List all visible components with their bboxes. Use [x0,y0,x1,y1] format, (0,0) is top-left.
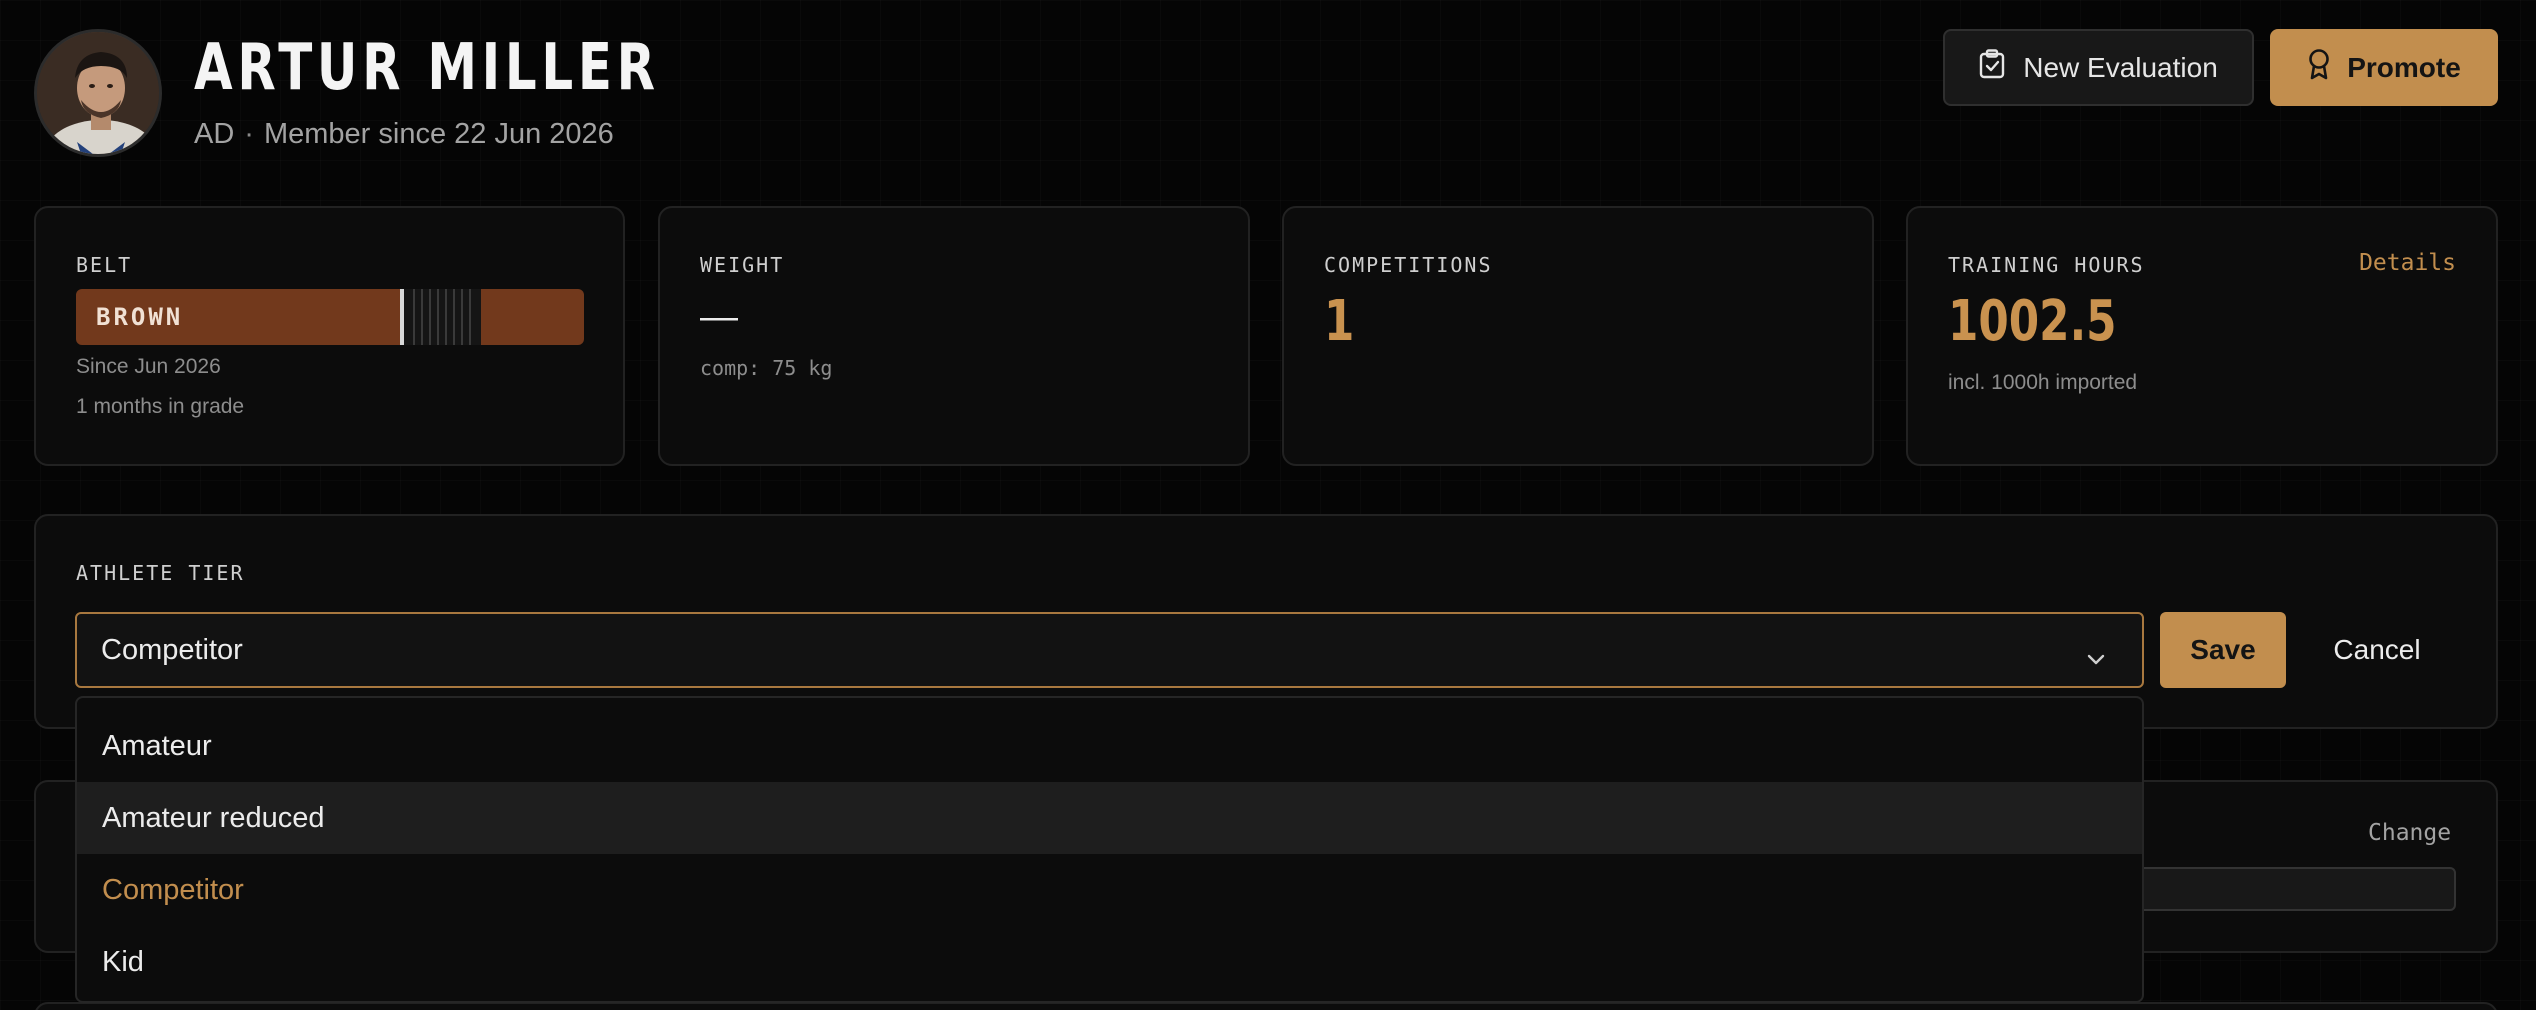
belt-months-in-grade: 1 months in grade [76,395,245,418]
save-button[interactable]: Save [2160,612,2286,688]
training-hours-card: TRAINING HOURS Details 1002.5 incl. 1000… [1906,206,2498,466]
belt-since: Since Jun 2026 [76,355,221,378]
competitions-value: 1 [1324,289,1355,354]
cancel-button[interactable]: Cancel [2302,612,2452,688]
athlete-subline: AD · Member since 22 Jun 2026 [194,114,614,154]
belt-bar: BROWN [76,289,584,345]
athlete-tier-label: ATHLETE TIER [76,561,245,585]
chevron-down-icon [2086,642,2106,675]
competitions-card-label: COMPETITIONS [1324,253,1493,277]
new-evaluation-button[interactable]: New Evaluation [1943,29,2254,106]
promote-button[interactable]: Promote [2270,29,2498,106]
tier-option-kid[interactable]: Kid [77,926,2142,998]
training-hours-card-label: TRAINING HOURS [1948,253,2145,277]
promote-label: Promote [2347,51,2461,83]
tier-option-amateur-reduced[interactable]: Amateur reduced [77,782,2142,854]
separator-dot: · [244,118,254,150]
athlete-initials: AD [194,118,235,150]
weight-value: — [700,296,738,338]
athlete-name: ARTUR MILLER [194,31,660,105]
new-evaluation-label: New Evaluation [2023,51,2218,83]
weight-card-label: WEIGHT [700,253,785,277]
training-hours-details-link[interactable]: Details [2359,250,2456,276]
training-hours-note: incl. 1000h imported [1948,371,2138,394]
weight-card: WEIGHT — comp: 75 kg [658,206,1250,466]
tier-option-amateur[interactable]: Amateur [77,710,2142,782]
avatar [34,29,162,157]
belt-card: BELT BROWN Since Jun 2026 1 months in gr… [34,206,625,466]
athlete-tier-dropdown: Amateur Amateur reduced Competitor Kid [75,696,2144,1003]
weight-comp: comp: 75 kg [700,356,833,380]
clipboard-check-icon [1979,49,2005,86]
tier-option-competitor[interactable]: Competitor [77,854,2142,926]
bottom-card-edge [34,1002,2498,1010]
training-hours-value: 1002.5 [1948,289,2117,354]
belt-name: BROWN [96,303,184,331]
award-icon [2307,48,2331,87]
lower-card-field[interactable] [2100,867,2456,911]
belt-card-label: BELT [76,253,133,277]
athlete-tier-selected-value: Competitor [101,633,243,666]
belt-rank-bar [400,289,481,345]
athlete-tier-select[interactable]: Competitor [75,612,2144,688]
change-link[interactable]: Change [2368,820,2451,846]
member-since: Member since 22 Jun 2026 [263,118,614,150]
competitions-card: COMPETITIONS 1 [1282,206,1874,466]
